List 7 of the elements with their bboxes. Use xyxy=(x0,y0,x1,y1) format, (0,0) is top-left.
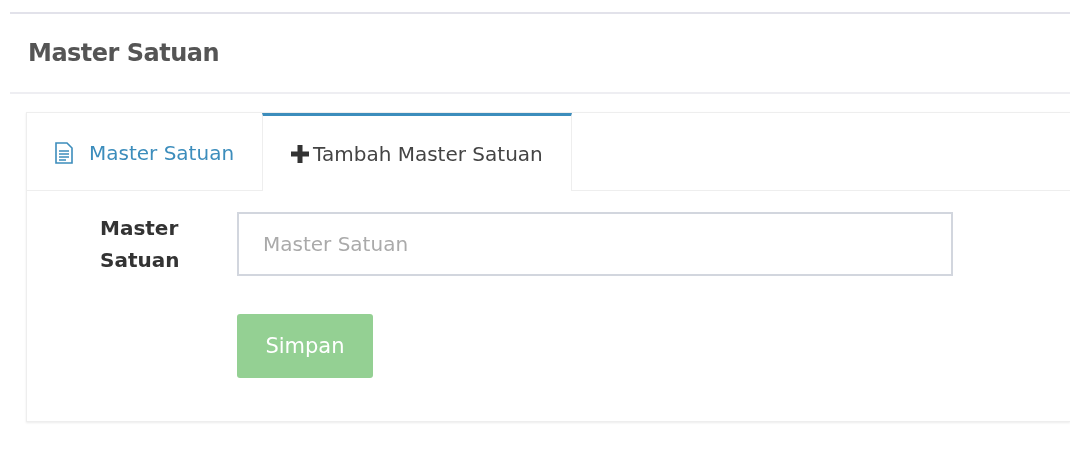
page-title: Master Satuan xyxy=(28,39,220,67)
tab[interactable]: Tambah Master Satuan xyxy=(262,113,572,191)
document-icon xyxy=(55,142,73,164)
field-label: Master Satuan xyxy=(100,215,181,274)
tab[interactable]: Master Satuan xyxy=(27,113,263,190)
plus-icon xyxy=(291,144,310,163)
input-field[interactable]: Master Satuan xyxy=(237,212,953,276)
